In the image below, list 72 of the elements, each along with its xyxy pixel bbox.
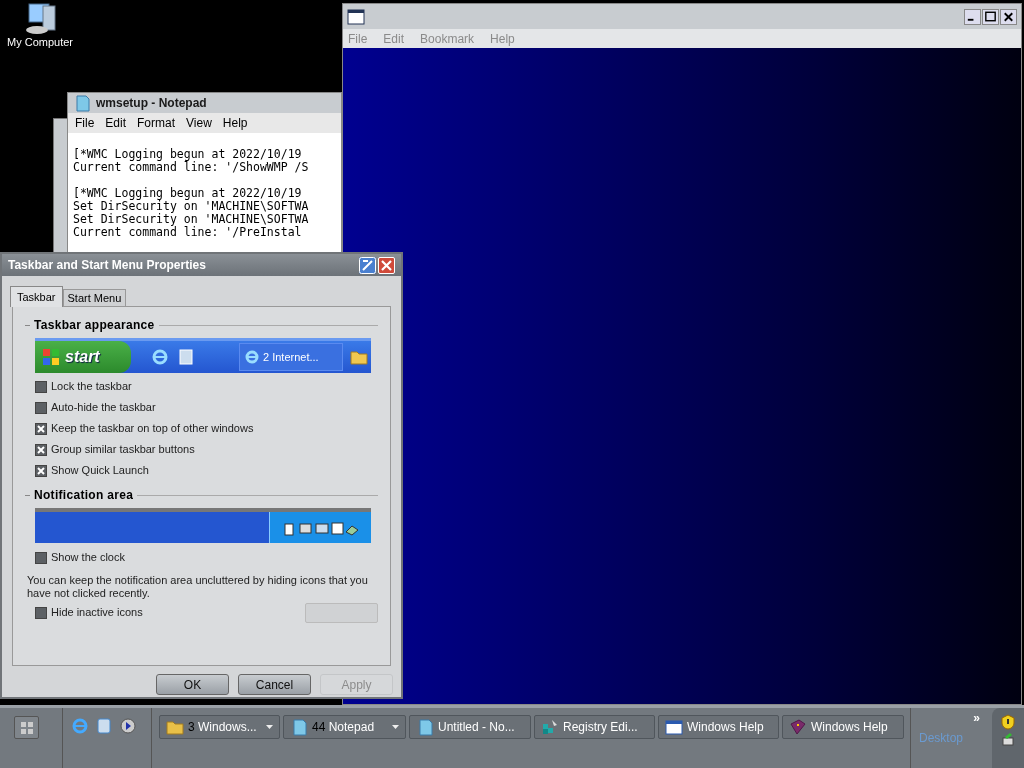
checkbox[interactable]	[35, 464, 47, 477]
button-label: Windows Help	[811, 719, 889, 736]
document-icon	[177, 348, 195, 366]
text-line: Set DirSecurity on 'MACHINE\SOFTWA	[73, 200, 310, 213]
button-label: 44 Notepad	[312, 719, 376, 736]
document-icon[interactable]	[95, 717, 113, 735]
maximize-icon[interactable]	[983, 9, 998, 24]
window-icon	[665, 718, 683, 736]
text-line: Current command line: '/PreInstal	[73, 226, 303, 239]
menu-item[interactable]: View	[182, 114, 216, 132]
menu-item[interactable]: Bookmark	[419, 29, 476, 48]
taskbar-button[interactable]: Untitled - No...	[409, 715, 531, 739]
toolbar-label: Desktop	[919, 730, 964, 747]
button-label: Windows Help	[687, 719, 765, 736]
tab[interactable]: Start Menu	[62, 289, 127, 306]
taskbar-button[interactable]: 44 Notepad	[283, 715, 406, 739]
checkbox[interactable]	[35, 443, 47, 456]
dialog-button[interactable]: Cancel	[238, 674, 311, 695]
start-button[interactable]	[14, 716, 39, 739]
chevron[interactable]: »	[973, 711, 980, 725]
help-button[interactable]	[359, 256, 376, 274]
menu-item[interactable]: File	[347, 29, 369, 48]
taskbar-button[interactable]: Windows Help	[658, 715, 779, 739]
checkbox-label: Keep the taskbar on top of other windows	[51, 421, 254, 437]
window-icon	[347, 8, 365, 25]
checkbox-label: Show Quick Launch	[51, 463, 149, 479]
checkbox-label: Lock the taskbar	[51, 379, 132, 395]
button-label: Untitled - No...	[438, 719, 516, 736]
notepad-icon	[416, 718, 434, 736]
menu-item[interactable]: Help	[489, 29, 516, 48]
taskbar-button[interactable]: 3 Windows...	[159, 715, 280, 739]
dialog-button[interactable]: OK	[156, 674, 229, 695]
text-line: [*WMC Logging begun at 2022/10/19	[73, 148, 303, 161]
menu-item[interactable]: Edit	[101, 114, 131, 132]
text-line: Set DirSecurity on 'MACHINE\SOFTWA	[73, 213, 310, 226]
text-line: [*WMC Logging begun at 2022/10/19	[73, 187, 303, 200]
icon-label[interactable]: My Computer	[7, 36, 73, 49]
taskbar-button[interactable]: Registry Edi...	[534, 715, 655, 739]
checkbox-label: Hide inactive icons	[51, 605, 143, 621]
computer-icon	[23, 2, 57, 36]
network-icon	[1001, 732, 1015, 746]
button-label: 2 Internet...	[263, 349, 319, 365]
checkbox-label: Group similar taskbar buttons	[51, 442, 195, 458]
text-area[interactable]	[68, 133, 341, 253]
checkbox-label: Show the clock	[51, 550, 125, 566]
tab[interactable]: Taskbar	[10, 286, 63, 307]
menu-item[interactable]: Format	[133, 114, 180, 132]
menu-item[interactable]: Help	[218, 114, 252, 132]
text-line: Current command line: '/ShowWMP /S	[73, 161, 310, 174]
shield-icon	[1001, 714, 1015, 730]
folder-icon	[166, 718, 184, 736]
close-button[interactable]	[378, 256, 395, 274]
checkbox-label: Auto-hide the taskbar	[51, 400, 156, 416]
notepad-icon	[290, 718, 308, 736]
button-label: Registry Edi...	[563, 719, 639, 736]
group-heading: Notification area	[34, 487, 134, 504]
menu-item[interactable]: Edit	[382, 29, 406, 48]
media-player-icon[interactable]	[119, 717, 137, 735]
checkbox[interactable]	[35, 606, 47, 619]
checkbox[interactable]	[35, 401, 47, 414]
checkbox[interactable]	[35, 380, 47, 393]
checkbox[interactable]	[35, 551, 47, 564]
windows-logo-icon	[41, 347, 61, 367]
button-label: 3 Windows...	[188, 719, 258, 736]
description-text: You can keep the notification area uncluttered by hiding icons that you have not clicked recently.	[26, 574, 369, 600]
taskbar-button[interactable]: Windows Help	[782, 715, 904, 739]
checkbox[interactable]	[35, 422, 47, 435]
window-title: wmsetup - Notepad	[96, 95, 207, 112]
start-label: start	[65, 347, 100, 367]
window-title: Taskbar and Start Menu Properties	[8, 257, 207, 274]
menu-item[interactable]: File	[71, 114, 99, 132]
group-heading: Taskbar appearance	[34, 317, 155, 334]
